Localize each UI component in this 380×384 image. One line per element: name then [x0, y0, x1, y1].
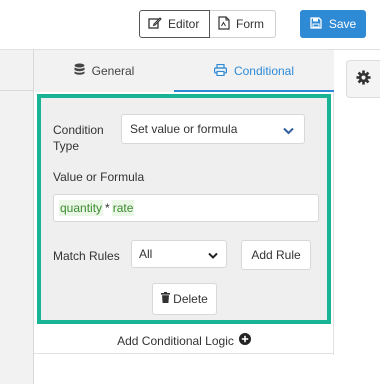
tab-conditional-label: Conditional [233, 64, 295, 78]
formula-input[interactable]: quantity * rate [53, 194, 319, 222]
add-conditional-logic-label: Add Conditional Logic [117, 333, 234, 348]
file-icon [218, 15, 230, 33]
settings-tabs: General Conditional [34, 50, 334, 92]
edit-icon [148, 16, 162, 33]
chevron-down-icon [208, 249, 218, 263]
add-conditional-logic-button[interactable]: Add Conditional Logic [34, 328, 334, 354]
form-button[interactable]: Form [210, 10, 276, 38]
formula-token-field: quantity [59, 200, 104, 216]
floppy-disk-icon [310, 16, 322, 32]
tab-general-label: General [91, 64, 135, 78]
save-button[interactable]: Save [300, 10, 366, 38]
editor-button-label: Editor [168, 17, 200, 31]
top-toolbar: Editor Form Save [0, 0, 380, 50]
editor-button[interactable]: Editor [139, 10, 210, 38]
trash-icon [161, 292, 171, 306]
save-button-label: Save [328, 17, 357, 31]
tab-conditional[interactable]: Conditional [174, 50, 334, 92]
delete-button[interactable]: Delete [152, 283, 217, 315]
gear-icon [356, 70, 371, 88]
match-rules-select[interactable]: All [131, 240, 227, 268]
print-icon [213, 63, 227, 79]
condition-type-label: Condition Type [53, 123, 104, 153]
form-builder-page: Editor Form Save General Conditional Con… [0, 0, 380, 384]
condition-type-select[interactable]: Set value or formula [121, 114, 305, 144]
formula-token-field: rate [111, 200, 135, 216]
settings-panel: General Conditional Condition Type Set v… [34, 50, 334, 384]
condition-type-value: Set value or formula [130, 122, 238, 136]
database-icon [74, 63, 85, 79]
form-button-label: Form [236, 17, 264, 31]
chevron-down-icon [283, 124, 294, 138]
value-formula-label: Value or Formula [53, 170, 145, 184]
match-rules-label: Match Rules [53, 249, 120, 263]
tab-general[interactable]: General [34, 50, 174, 92]
conditional-rule-box: Condition Type Set value or formula Valu… [37, 94, 331, 324]
form-canvas-area [0, 50, 34, 384]
add-rule-button[interactable]: Add Rule [241, 240, 311, 270]
match-rules-value: All [139, 247, 153, 261]
formula-operator: * [105, 201, 110, 215]
delete-button-label: Delete [173, 292, 208, 306]
panel-empty-area [34, 355, 334, 384]
divider [0, 90, 34, 91]
settings-toggle-button[interactable] [346, 60, 380, 98]
right-rail [334, 50, 380, 384]
plus-circle-icon [238, 333, 251, 348]
